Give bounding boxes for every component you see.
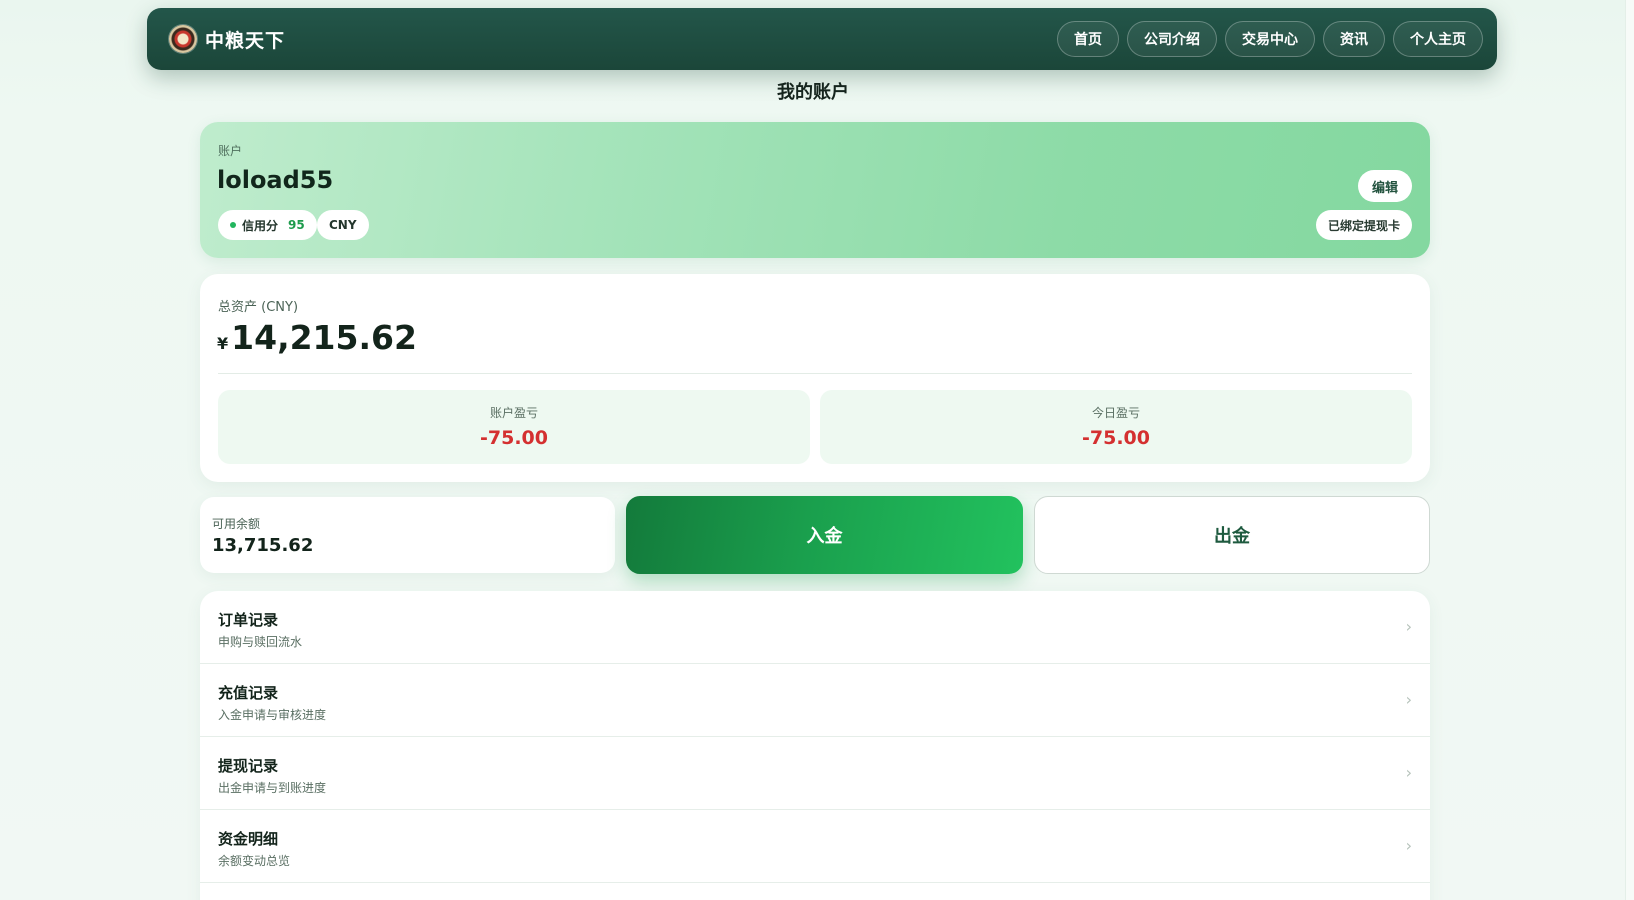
today-pnl-label: 今日盈亏 xyxy=(1091,406,1140,420)
account-username: loload55 xyxy=(217,166,334,194)
menu-item-subtitle: 申购与赎回流水 xyxy=(218,635,303,649)
menu-item-title: 资金明细 xyxy=(218,830,279,848)
menu-item-title: 充值记录 xyxy=(218,684,279,702)
total-assets-card: 总资产 (CNY) ¥ 14,215.62 账户盈亏 -75.00 今日盈亏 -… xyxy=(200,274,1430,482)
top-navbar: 中粮天下 首页 公司介绍 交易中心 资讯 个人主页 xyxy=(147,8,1497,70)
menu-item-subtitle: 出金申请与到账进度 xyxy=(218,781,327,795)
chevron-right-icon: › xyxy=(1405,763,1412,782)
company-seal-logo xyxy=(169,25,197,53)
available-balance-value: 13,715.62 xyxy=(212,535,314,556)
available-balance-label: 可用余额 xyxy=(212,517,261,531)
chevron-right-icon: › xyxy=(1405,836,1412,855)
nav-item-news[interactable]: 资讯 xyxy=(1323,21,1385,57)
total-assets-amount: 14,215.62 xyxy=(231,318,417,357)
credit-score-badge: 信用分 95 xyxy=(218,210,317,240)
total-assets-value: ¥ 14,215.62 xyxy=(217,318,417,357)
menu-item-subtitle: 入金申请与审核进度 xyxy=(218,708,327,722)
available-balance-card: 可用余额 13,715.62 xyxy=(200,497,615,573)
account-pnl-label: 账户盈亏 xyxy=(489,406,538,420)
credit-score-value: 95 xyxy=(288,218,305,232)
menu-item-fund-details[interactable]: 资金明细 余额变动总览 › xyxy=(200,810,1430,883)
page-scrollbar[interactable] xyxy=(1625,0,1634,900)
account-pnl-value: -75.00 xyxy=(480,427,548,449)
today-pnl-box: 今日盈亏 -75.00 xyxy=(820,390,1412,464)
page-title: 我的账户 xyxy=(777,82,849,103)
divider xyxy=(218,373,1412,374)
edit-account-button[interactable]: 编辑 xyxy=(1357,170,1412,202)
withdraw-card-status-badge[interactable]: 已绑定提现卡 xyxy=(1315,210,1412,240)
withdraw-button[interactable]: 出金 xyxy=(1034,496,1430,574)
menu-item-withdrawals[interactable]: 提现记录 出金申请与到账进度 › xyxy=(200,737,1430,810)
chevron-right-icon: › xyxy=(1405,690,1412,709)
account-label: 账户 xyxy=(218,144,243,158)
deposit-button[interactable]: 入金 xyxy=(626,496,1023,574)
today-pnl-value: -75.00 xyxy=(1082,427,1150,449)
menu-item-title: 订单记录 xyxy=(218,611,279,629)
brand-name: 中粮天下 xyxy=(205,29,286,52)
menu-item-subtitle: 余额变动总览 xyxy=(218,854,291,868)
currency-badge: CNY xyxy=(317,210,369,240)
account-pnl-box: 账户盈亏 -75.00 xyxy=(218,390,810,464)
brand[interactable]: 中粮天下 xyxy=(169,22,285,56)
account-card: 账户 loload55 信用分 95 CNY 编辑 已绑定提现卡 xyxy=(200,122,1430,258)
chevron-right-icon: › xyxy=(1405,617,1412,636)
nav-menu: 首页 公司介绍 交易中心 资讯 个人主页 xyxy=(1057,21,1483,57)
menu-item-title: 提现记录 xyxy=(218,757,279,775)
status-dot-icon xyxy=(230,222,236,228)
nav-item-profile[interactable]: 个人主页 xyxy=(1393,21,1483,57)
records-menu: 订单记录 申购与赎回流水 › 充值记录 入金申请与审核进度 › 提现记录 出金申… xyxy=(200,591,1430,900)
nav-item-home[interactable]: 首页 xyxy=(1057,21,1119,57)
nav-item-trading-center[interactable]: 交易中心 xyxy=(1225,21,1315,57)
currency-symbol: ¥ xyxy=(217,334,229,353)
nav-item-about[interactable]: 公司介绍 xyxy=(1127,21,1217,57)
menu-item-deposits[interactable]: 充值记录 入金申请与审核进度 › xyxy=(200,664,1430,737)
credit-score-label: 信用分 xyxy=(242,218,279,233)
menu-item-orders[interactable]: 订单记录 申购与赎回流水 › xyxy=(200,591,1430,664)
total-assets-label: 总资产 (CNY) xyxy=(218,300,299,315)
